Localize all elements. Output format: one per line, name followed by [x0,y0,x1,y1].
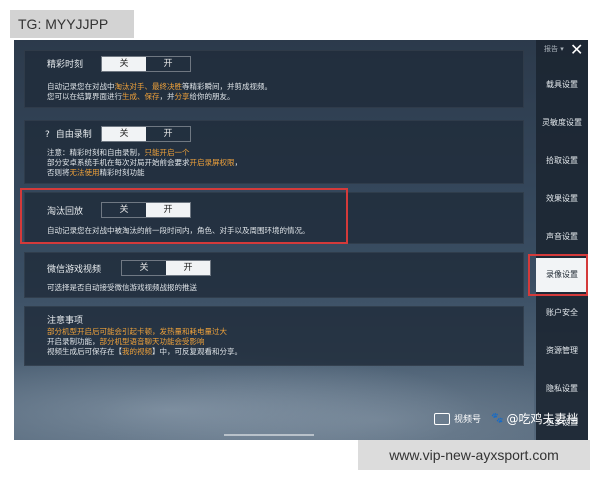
highlight-toggle[interactable]: 关 开 [101,56,191,72]
notice-title: 注意事项 [47,316,84,326]
recording-tab-highlight-frame [528,254,588,296]
wechat-on-option[interactable]: 开 [166,261,210,275]
highlight-on-option[interactable]: 开 [146,57,190,71]
free-record-title: ? 自由录制 [45,130,92,140]
help-icon[interactable]: ? [45,130,50,140]
highlight-description-1: 自动记录您在对战中淘汰对手、最终决胜等精彩瞬间，并剪成视频。 [47,82,272,91]
highlight-off-option[interactable]: 关 [102,57,146,71]
free-record-description-1: 注意：精彩时刻和自由录制，只能开启一个 [47,148,190,157]
free-record-toggle[interactable]: 关 开 [101,126,191,142]
sidebar-item-privacy[interactable]: 隐私设置 [536,372,588,406]
highlight-panel: 精彩时刻 关 开 自动记录您在对战中淘汰对手、最终决胜等精彩瞬间，并剪成视频。 … [24,50,524,108]
site-url-banner: www.vip-new-ayxsport.com [358,440,590,470]
channel-watermark: 视频号 🐾 @吃鸡夫妻档 [434,410,578,427]
notice-panel: 注意事项 部分机型开启后可能会引起卡顿，发热量和耗电量过大 开启录制功能，部分机… [24,306,524,366]
highlight-title: 精彩时刻 [47,60,84,70]
sidebar-item-vehicle[interactable]: 载具设置 [536,68,588,102]
home-indicator [224,434,314,436]
free-record-description-3: 否则将无法使用精彩时刻功能 [47,168,145,177]
notice-line-1: 部分机型开启后可能会引起卡顿，发热量和耗电量过大 [47,327,227,336]
wechat-title: 微信游戏视频 [47,265,102,275]
notice-line-2: 开启录制功能，部分机型语音聊天功能会受影响 [47,337,205,346]
video-channel-icon [434,412,450,425]
report-dropdown[interactable]: 报告 ▾ [544,44,564,54]
free-record-off-option[interactable]: 关 [102,127,146,141]
source-tag: TG: MYYJJPP [10,10,134,38]
sidebar-item-account-security[interactable]: 账户安全 [536,296,588,330]
close-icon[interactable]: ✕ [570,40,583,59]
sidebar-item-sound[interactable]: 声音设置 [536,220,588,254]
free-record-on-option[interactable]: 开 [146,127,190,141]
sidebar-item-sensitivity[interactable]: 灵敏度设置 [536,106,588,140]
free-record-panel: ? 自由录制 关 开 注意：精彩时刻和自由录制，只能开启一个 部分安卓系统手机在每… [24,120,524,184]
game-settings-screen: 精彩时刻 关 开 自动记录您在对战中淘汰对手、最终决胜等精彩瞬间，并剪成视频。 … [14,40,588,440]
settings-sidebar: 报告 ▾ ✕ 载具设置 灵敏度设置 拾取设置 效果设置 声音设置 录像设置 账户… [536,40,588,440]
wechat-toggle[interactable]: 关 开 [121,260,211,276]
highlight-description-2: 您可以在结算界面进行生成、保存，并分享给你的朋友。 [47,92,235,101]
wechat-off-option[interactable]: 关 [122,261,166,275]
sidebar-item-resources[interactable]: 资源管理 [536,334,588,368]
elimination-highlight-frame [20,188,348,244]
wechat-description: 可选择是否自动接受微信游戏视频战报的推送 [47,283,197,292]
sidebar-item-effects[interactable]: 效果设置 [536,182,588,216]
sidebar-item-pickup[interactable]: 拾取设置 [536,144,588,178]
free-record-description-2: 部分安卓系统手机在每次对局开始前会要求开启录屏权限， [47,158,242,167]
wechat-video-panel: 微信游戏视频 关 开 可选择是否自动接受微信游戏视频战报的推送 [24,252,524,298]
paw-icon: 🐾 [491,413,504,424]
notice-line-3: 视频生成后可保存在【我的视频】中，可反复观看和分享。 [47,347,242,356]
